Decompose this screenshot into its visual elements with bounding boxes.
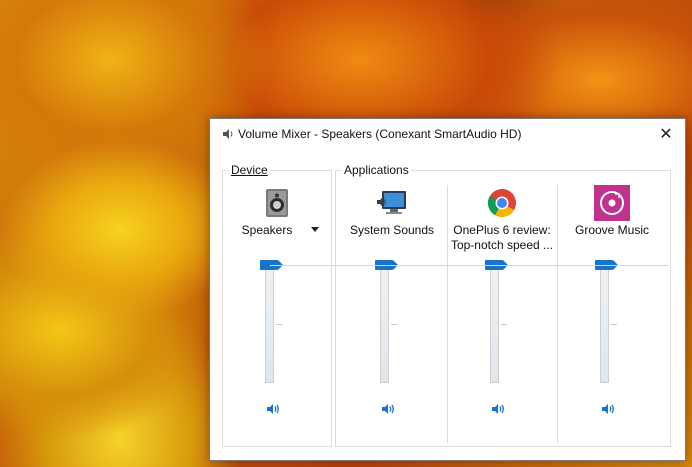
volume-fill-speakers	[266, 266, 273, 382]
speaker-volume-icon	[602, 404, 614, 414]
channel-label-speakers[interactable]: Speakers	[215, 223, 319, 238]
device-group-right-border	[331, 170, 332, 446]
speaker-volume-icon	[382, 404, 394, 414]
speaker-device-icon[interactable]	[259, 185, 295, 221]
chrome-label-line2: Top-notch speed ...	[450, 238, 554, 252]
volume-fill-chrome	[491, 266, 498, 382]
apps-group-right-border	[670, 170, 671, 446]
speaker-volume-icon	[492, 404, 504, 414]
mute-button-chrome[interactable]	[490, 401, 508, 417]
chrome-icon[interactable]	[484, 185, 520, 221]
groove-music-icon[interactable]	[594, 185, 630, 221]
mute-button-groove-music[interactable]	[600, 401, 618, 417]
title-bar[interactable]: Volume Mixer - Speakers (Conexant SmartA…	[210, 119, 685, 149]
channel-system-sounds: System Sounds	[338, 179, 446, 449]
track-tick	[501, 324, 507, 325]
device-group-label: Device	[229, 163, 270, 177]
volume-track-groove-music[interactable]	[600, 265, 617, 383]
channel-label-groove-music: Groove Music	[574, 223, 650, 237]
volume-mixer-window: Volume Mixer - Speakers (Conexant SmartA…	[209, 118, 686, 461]
volume-track-system-sounds[interactable]	[380, 265, 397, 383]
track-tick	[611, 324, 617, 325]
device-dropdown-arrow[interactable]	[311, 227, 319, 232]
channel-label-chrome: OnePlus 6 review: Top-notch speed ...	[448, 223, 556, 253]
peak-link-line	[270, 265, 668, 266]
speakers-label: Speakers	[241, 223, 293, 237]
speaker-title-icon	[223, 129, 233, 139]
mute-button-system-sounds[interactable]	[380, 401, 398, 417]
track-tick	[391, 324, 397, 325]
window-title: Volume Mixer - Speakers (Conexant SmartA…	[238, 127, 522, 141]
apps-group-left-border	[335, 170, 336, 446]
channel-speakers: Speakers	[225, 179, 329, 449]
channel-groove-music: Groove Music	[558, 179, 666, 449]
mute-button-speakers[interactable]	[265, 401, 283, 417]
channel-label-system-sounds: System Sounds	[349, 223, 435, 237]
speaker-volume-icon	[267, 404, 279, 414]
system-sounds-icon[interactable]	[374, 185, 410, 221]
close-button[interactable]: ✕	[647, 119, 685, 149]
applications-group-label: Applications	[342, 163, 411, 177]
volume-fill-groove-music	[601, 266, 608, 382]
volume-fill-system-sounds	[381, 266, 388, 382]
device-group-left-border	[222, 170, 223, 446]
volume-track-chrome[interactable]	[490, 265, 507, 383]
track-tick	[276, 324, 282, 325]
channel-chrome: OnePlus 6 review: Top-notch speed ...	[448, 179, 556, 449]
chrome-label-line1: OnePlus 6 review:	[453, 223, 551, 237]
volume-track-speakers[interactable]	[265, 265, 282, 383]
